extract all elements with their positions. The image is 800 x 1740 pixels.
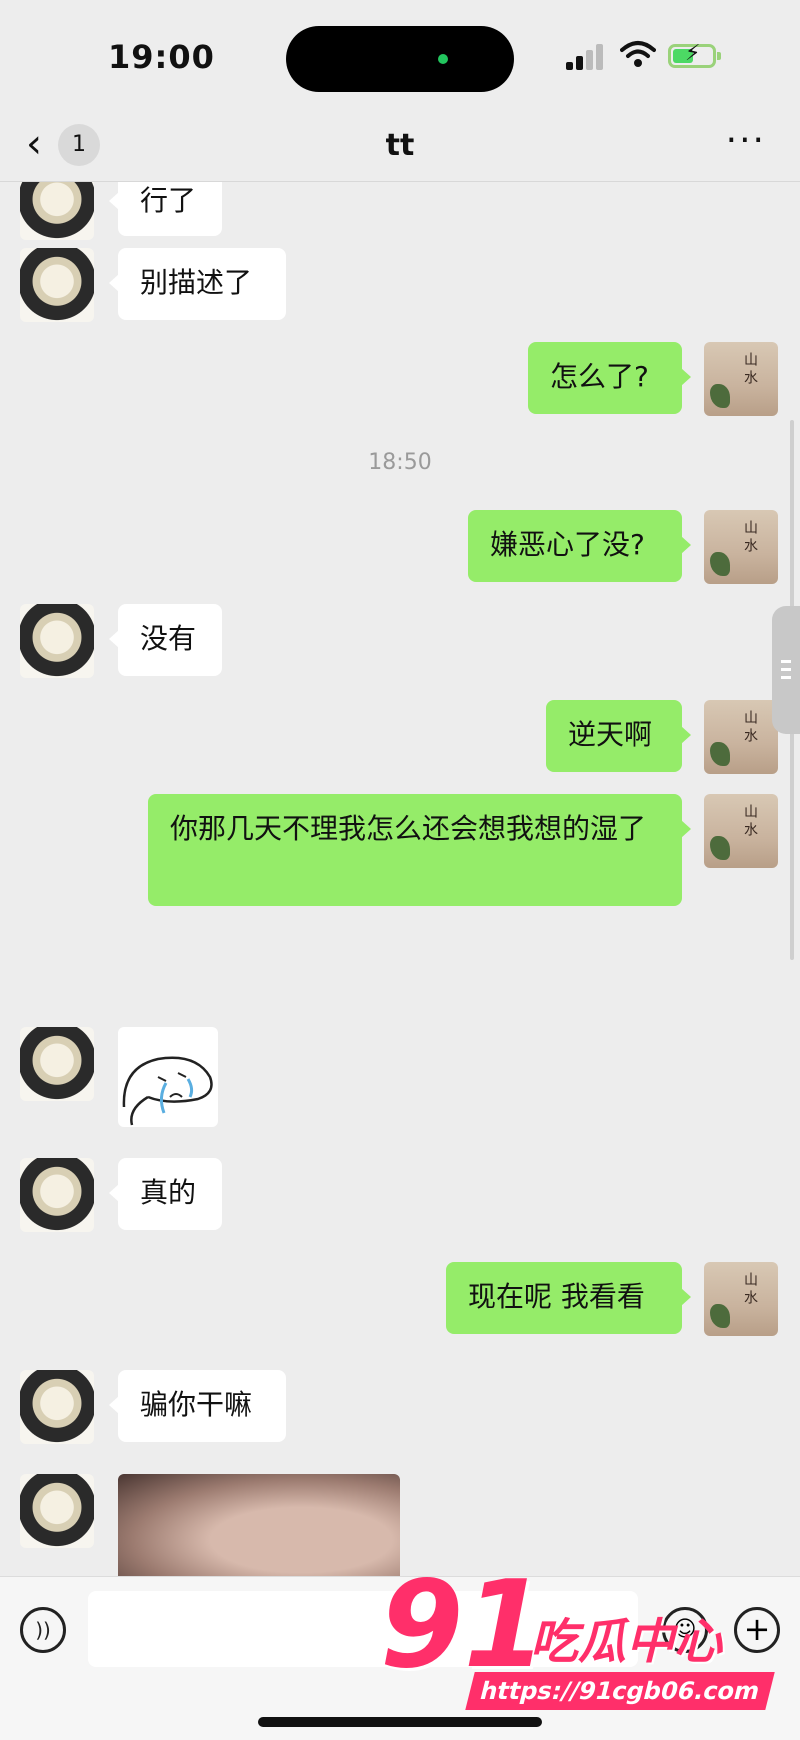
contact-avatar[interactable] xyxy=(20,1474,94,1548)
watermark-name: 吃瓜中心 xyxy=(530,1614,723,1670)
status-bar: 19:00 ⚡ xyxy=(0,0,800,110)
received-message[interactable]: 没有 xyxy=(109,604,222,676)
crying-blob-sticker-icon xyxy=(122,1056,213,1126)
dynamic-island xyxy=(286,26,514,92)
voice-icon[interactable]: )) xyxy=(20,1607,66,1653)
contact-avatar[interactable] xyxy=(20,1158,94,1232)
contact-avatar[interactable] xyxy=(20,248,94,322)
contact-avatar[interactable] xyxy=(20,1027,94,1101)
image-message[interactable] xyxy=(118,1474,400,1576)
more-options-icon[interactable]: ··· xyxy=(726,120,766,161)
sent-message[interactable]: 现在呢 我看看 xyxy=(446,1262,691,1334)
scroll-handle[interactable] xyxy=(772,606,800,734)
message-timestamp: 18:50 xyxy=(368,450,432,475)
my-avatar[interactable] xyxy=(704,510,778,584)
contact-avatar[interactable] xyxy=(20,604,94,678)
watermark-logo: 91 吃瓜中心 https://91cgb06.com xyxy=(380,1566,780,1716)
chat-header: ‹ 1 tt ··· xyxy=(0,110,800,182)
sent-message[interactable]: 嫌恶心了没? xyxy=(468,510,691,582)
received-message[interactable]: 行了 xyxy=(109,182,222,236)
my-avatar[interactable] xyxy=(704,794,778,868)
sent-message[interactable]: 你那几天不理我怎么还会想我想的湿了 xyxy=(148,794,691,906)
sticker-image[interactable] xyxy=(118,1027,218,1127)
my-avatar[interactable] xyxy=(704,1262,778,1336)
status-time: 19:00 xyxy=(108,38,215,76)
wifi-icon xyxy=(620,41,656,67)
my-avatar[interactable] xyxy=(704,342,778,416)
contact-avatar[interactable] xyxy=(20,182,94,240)
sent-message[interactable]: 怎么了? xyxy=(528,342,691,414)
chat-title: tt xyxy=(385,128,415,163)
home-indicator[interactable] xyxy=(258,1717,542,1727)
watermark-url: https://91cgb06.com xyxy=(465,1672,775,1710)
sent-message[interactable]: 逆天啊 xyxy=(546,700,691,772)
received-message[interactable]: 别描述了 xyxy=(109,248,286,320)
received-message[interactable]: 真的 xyxy=(109,1158,222,1230)
camera-indicator-icon xyxy=(438,54,448,64)
battery-charging-icon: ⚡ xyxy=(668,41,721,68)
message-list[interactable]: 行了 别描述了 怎么了? 18:50 嫌恶心了没? 没有 逆天啊 你那几天不理我… xyxy=(0,182,800,1576)
received-message[interactable]: 骗你干嘛 xyxy=(109,1370,286,1442)
watermark-number: 91 xyxy=(380,1556,547,1695)
contact-avatar[interactable] xyxy=(20,1370,94,1444)
cellular-signal-icon xyxy=(566,44,608,70)
my-avatar[interactable] xyxy=(704,700,778,774)
